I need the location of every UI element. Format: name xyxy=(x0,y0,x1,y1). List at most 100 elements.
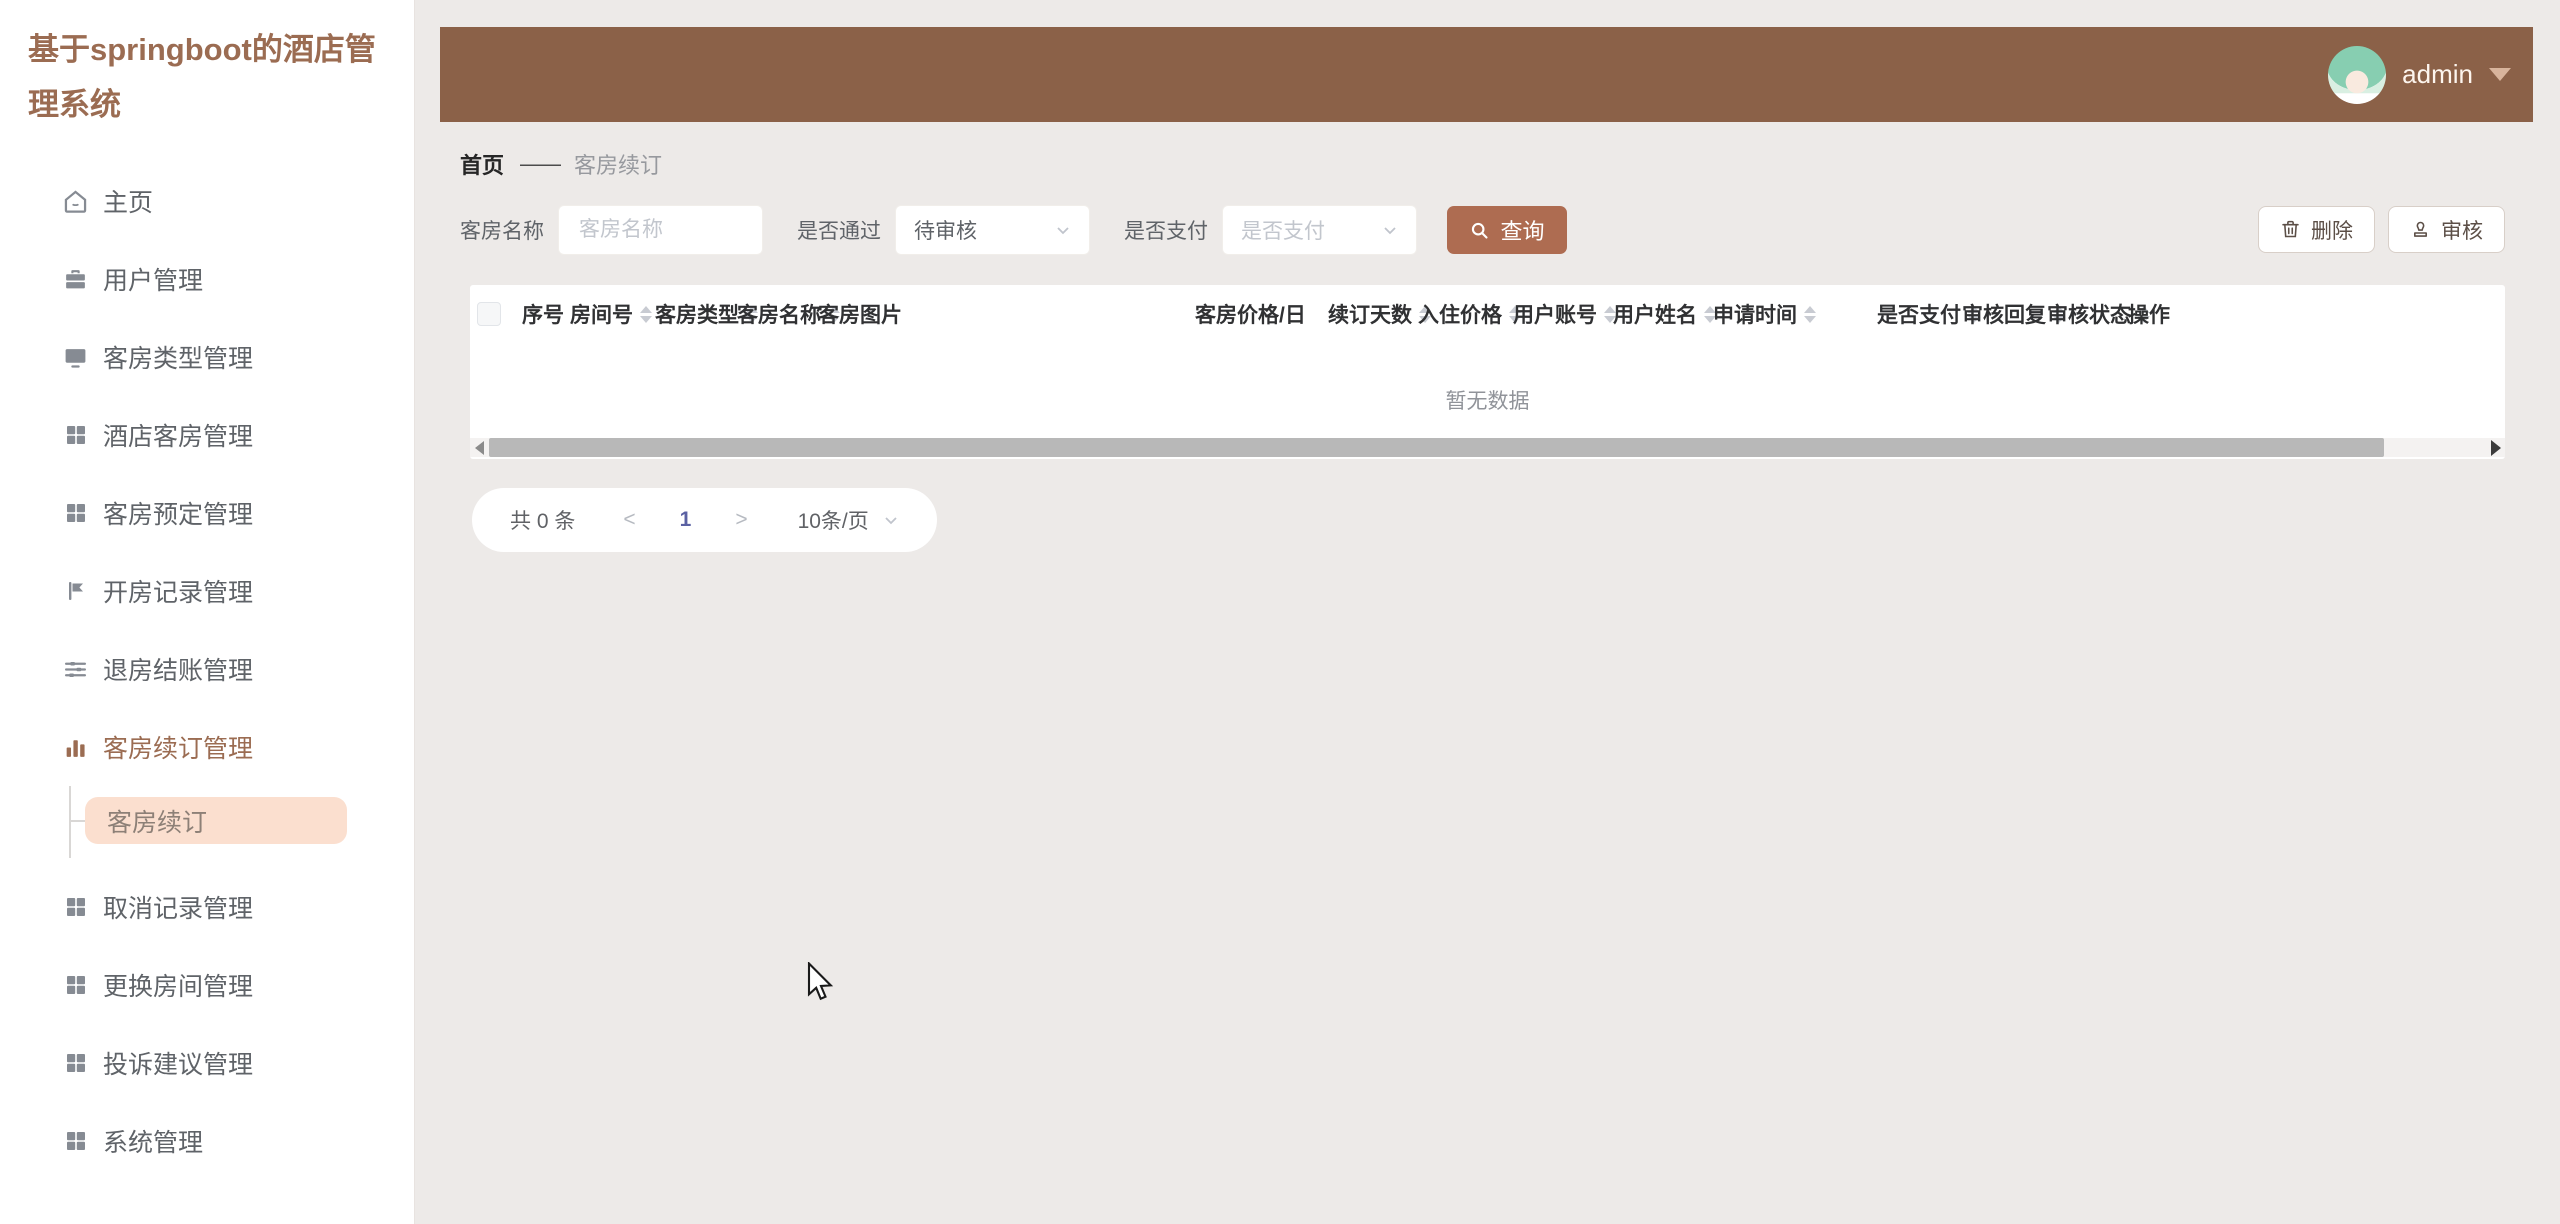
approved-label: 是否通过 xyxy=(797,220,881,243)
mouse-cursor xyxy=(807,962,834,1001)
topbar: admin xyxy=(440,27,2533,122)
sliders-icon xyxy=(62,656,89,683)
delete-button[interactable]: 删除 xyxy=(2258,206,2375,253)
sidebar-item-checkout-billing[interactable]: 退房结账管理 xyxy=(0,630,414,708)
grid-icon xyxy=(62,1128,89,1155)
sidebar-item-label: 退房结账管理 xyxy=(103,657,254,685)
approved-select-value: 待审核 xyxy=(914,220,977,243)
chevron-down-icon[interactable] xyxy=(2489,68,2511,81)
breadcrumb: 首页 —— 客房续订 xyxy=(460,148,662,180)
pagination: 共 0 条 < 1 > 10条/页 xyxy=(472,488,937,552)
page-size-select[interactable]: 10条/页 xyxy=(798,505,899,535)
sidebar-item-complaint[interactable]: 投诉建议管理 xyxy=(0,1024,414,1102)
sidebar-item-cancel-record[interactable]: 取消记录管理 xyxy=(0,868,414,946)
column-header: 序号 xyxy=(522,304,564,327)
sidebar-submenu: 客房续订 xyxy=(0,786,414,868)
column-header: 房间号 xyxy=(570,304,633,327)
sort-caret-icon[interactable] xyxy=(1804,305,1816,323)
tree-line-horizontal xyxy=(69,820,85,822)
sidebar-item-label: 客房预定管理 xyxy=(103,501,254,529)
action-buttons: 删除 审核 xyxy=(2258,206,2505,253)
column-header: 续订天数 xyxy=(1328,304,1412,327)
table-card: 序号 房间号 客房类型 客房名称 客房图片 客房价格/日 续订天数 入住价格 用… xyxy=(470,285,2505,459)
sidebar-item-home[interactable]: 主页 xyxy=(0,162,414,240)
username[interactable]: admin xyxy=(2402,59,2473,90)
scroll-left-arrow[interactable] xyxy=(470,438,489,457)
column-header: 申请时间 xyxy=(1713,304,1797,327)
pagination-prev-button[interactable]: < xyxy=(623,508,635,532)
sidebar-item-hotel-room[interactable]: 酒店客房管理 xyxy=(0,396,414,474)
paid-select[interactable]: 是否支付 xyxy=(1222,205,1417,255)
briefcase-icon xyxy=(62,266,89,293)
grid-icon xyxy=(62,894,89,921)
trash-icon xyxy=(2282,220,2299,238)
room-name-input[interactable] xyxy=(577,217,744,243)
breadcrumb-current: 客房续订 xyxy=(574,153,663,178)
column-header: 客房类型 xyxy=(655,304,739,327)
empty-state-text: 暂无数据 xyxy=(1445,390,1530,413)
sidebar-item-label: 更换房间管理 xyxy=(103,973,254,1001)
sidebar-item-label: 投诉建议管理 xyxy=(103,1051,254,1079)
sidebar-item-booking[interactable]: 客房预定管理 xyxy=(0,474,414,552)
flag-icon xyxy=(62,578,89,605)
breadcrumb-home[interactable]: 首页 xyxy=(460,148,504,180)
sidebar-item-label: 开房记录管理 xyxy=(103,579,254,607)
sidebar-item-label: 用户管理 xyxy=(103,267,204,295)
page-size-value: 10条/页 xyxy=(797,510,869,533)
sidebar-item-label: 系统管理 xyxy=(103,1129,204,1157)
search-button[interactable]: 查询 xyxy=(1447,206,1567,254)
scroll-right-arrow[interactable] xyxy=(2486,438,2505,457)
sidebar-item-label: 主页 xyxy=(103,189,154,217)
sidebar-subitem-renewal[interactable]: 客房续订 xyxy=(85,797,347,844)
column-header: 客房名称 xyxy=(737,304,821,327)
sidebar: 基于springboot的酒店管理系统 主页 用户管理 客房类型管理 酒店客房管… xyxy=(0,0,415,1224)
search-icon xyxy=(1472,222,1489,239)
breadcrumb-separator: —— xyxy=(520,151,561,176)
horizontal-scrollbar xyxy=(470,438,2505,457)
pagination-next-button[interactable]: > xyxy=(735,508,747,532)
sidebar-item-users[interactable]: 用户管理 xyxy=(0,240,414,318)
column-header: 客房价格/日 xyxy=(1195,304,1306,327)
grid-icon xyxy=(62,972,89,999)
bar-chart-icon xyxy=(62,734,89,761)
filter-bar: 客房名称 是否通过 待审核 是否支付 是否支付 查询 xyxy=(460,205,1567,255)
tree-line-vertical xyxy=(69,786,71,858)
pagination-total: 共 0 条 xyxy=(510,510,576,533)
sidebar-item-label: 客房类型管理 xyxy=(103,345,254,373)
sidebar-item-renewal[interactable]: 客房续订管理 xyxy=(0,708,414,786)
search-button-label: 查询 xyxy=(1500,219,1545,244)
paid-select-placeholder: 是否支付 xyxy=(1241,220,1325,243)
delete-button-label: 删除 xyxy=(2311,219,2353,243)
column-header: 用户姓名 xyxy=(1613,304,1697,327)
grid-icon xyxy=(62,1050,89,1077)
pagination-page-1[interactable]: 1 xyxy=(680,508,692,532)
sidebar-item-system[interactable]: 系统管理 xyxy=(0,1102,414,1180)
room-name-label: 客房名称 xyxy=(460,220,544,243)
sidebar-item-label: 酒店客房管理 xyxy=(103,423,254,451)
column-header: 入住价格 xyxy=(1418,304,1502,327)
column-header: 用户账号 xyxy=(1513,304,1597,327)
chevron-down-icon xyxy=(1384,227,1396,235)
sidebar-nav: 主页 用户管理 客房类型管理 酒店客房管理 客房预定管理 开房记录管理 退房结账… xyxy=(0,162,414,1180)
scrollbar-thumb[interactable] xyxy=(489,438,2384,457)
stamp-icon xyxy=(2414,221,2427,237)
column-header: 是否支付 xyxy=(1877,304,1961,327)
sidebar-item-change-room[interactable]: 更换房间管理 xyxy=(0,946,414,1024)
audit-button-label: 审核 xyxy=(2441,219,2483,243)
monitor-icon xyxy=(62,344,89,371)
sidebar-item-checkin-record[interactable]: 开房记录管理 xyxy=(0,552,414,630)
grid-icon xyxy=(62,422,89,449)
column-header: 审核回复 xyxy=(1962,304,2046,327)
column-header: 审核状态 xyxy=(2047,304,2131,327)
select-all-checkbox[interactable] xyxy=(477,302,501,326)
chevron-down-icon xyxy=(1057,227,1069,235)
sidebar-subitem-label: 客房续订 xyxy=(107,808,208,837)
hotel-admin-screen: 基于springboot的酒店管理系统 主页 用户管理 客房类型管理 酒店客房管… xyxy=(0,0,2560,1224)
sidebar-item-room-type[interactable]: 客房类型管理 xyxy=(0,318,414,396)
avatar[interactable] xyxy=(2328,45,2387,104)
paid-label: 是否支付 xyxy=(1124,220,1208,243)
sort-caret-icon[interactable] xyxy=(640,305,652,323)
column-header: 客房图片 xyxy=(818,304,902,327)
approved-select[interactable]: 待审核 xyxy=(895,205,1090,255)
audit-button[interactable]: 审核 xyxy=(2388,206,2505,253)
